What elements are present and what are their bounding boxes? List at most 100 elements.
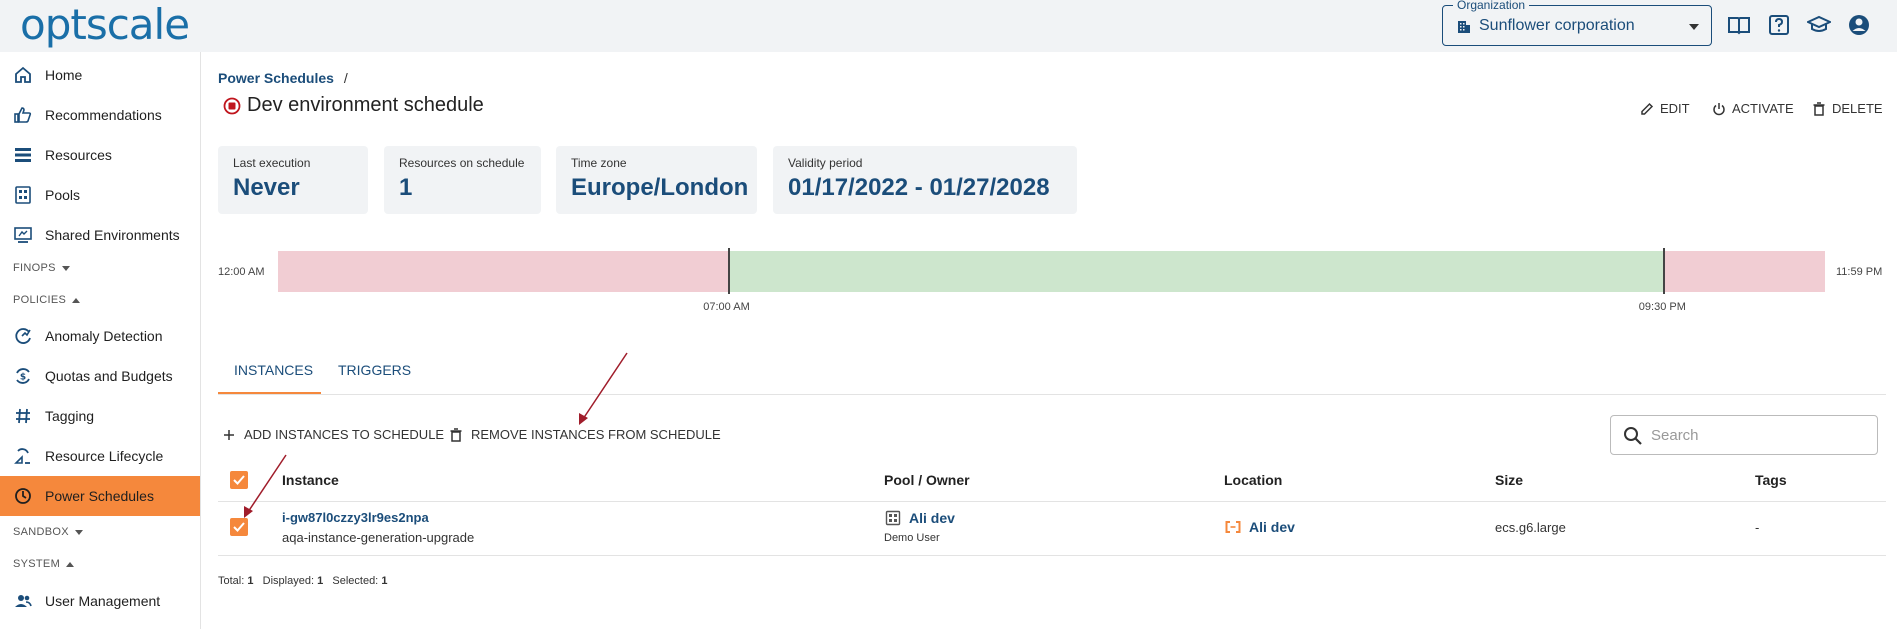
search-input[interactable]: Search	[1610, 415, 1878, 455]
owner-name: Demo User	[884, 532, 940, 544]
sidebar-section-sandbox[interactable]: SANDBOX	[13, 526, 83, 538]
card-value: 01/17/2022 - 01/27/2028	[788, 174, 1050, 201]
pools-icon	[15, 186, 31, 204]
annotation-arrowhead	[579, 413, 588, 425]
column-header-tags[interactable]: Tags	[1755, 472, 1787, 488]
displayed-count: 1	[317, 575, 324, 587]
monitor-icon	[14, 227, 32, 243]
card-resources-on-schedule: Resources on schedule 1	[384, 146, 541, 214]
card-value: 1	[399, 174, 413, 201]
logo[interactable]: optscale	[20, 0, 190, 49]
timeline-end-label: 11:59 PM	[1836, 266, 1883, 278]
delete-button[interactable]: DELETE	[1812, 101, 1883, 116]
sidebar-item-recommendations[interactable]: Recommendations	[0, 95, 200, 135]
tab-triggers[interactable]: TRIGGERS	[338, 362, 411, 378]
sidebar-item-label: Shared Environments	[45, 227, 180, 243]
lifecycle-icon	[14, 448, 30, 464]
timeline-on-segment	[729, 251, 1664, 292]
add-instances-button[interactable]: ADD INSTANCES TO SCHEDULE	[222, 427, 444, 442]
organization-label: Organization	[1453, 0, 1530, 12]
sidebar-item-resources[interactable]: Resources	[0, 135, 200, 175]
edit-button[interactable]: EDIT	[1640, 101, 1690, 116]
chevron-down-icon	[61, 265, 70, 271]
instance-id-link[interactable]: i-gw87l0czzy3lr9es2npa	[282, 510, 429, 525]
card-label: Last execution	[233, 156, 311, 170]
annotation-arrow	[582, 352, 628, 420]
edit-label: EDIT	[1660, 101, 1690, 116]
chevron-down-icon	[74, 529, 83, 535]
sidebar-item-resource-lifecycle[interactable]: Resource Lifecycle	[0, 436, 200, 476]
graduation-cap-icon[interactable]	[1807, 13, 1831, 37]
sidebar-item-quotas-and-budgets[interactable]: $ Quotas and Budgets	[0, 356, 200, 396]
sidebar-item-pools[interactable]: Pools	[0, 175, 200, 215]
organization-select[interactable]: Organization Sunflower corporation	[1442, 0, 1712, 46]
column-header-location[interactable]: Location	[1224, 472, 1282, 488]
timeline-off-segment	[1663, 251, 1825, 292]
table-summary: Total: 1 Displayed: 1 Selected: 1	[218, 575, 387, 587]
sidebar: Home Recommendations Resources Pools Sha…	[0, 52, 201, 629]
activate-button[interactable]: ACTIVATE	[1712, 101, 1794, 116]
trash-icon	[450, 427, 462, 442]
row-checkbox[interactable]	[230, 518, 248, 536]
tab-instances[interactable]: INSTANCES	[234, 362, 313, 378]
sidebar-item-label: Resource Lifecycle	[45, 448, 164, 464]
sidebar-section-policies[interactable]: POLICIES	[13, 294, 81, 306]
organization-value: Sunflower corporation	[1479, 17, 1635, 34]
total-label: Total:	[218, 575, 245, 587]
list-icon	[15, 148, 31, 162]
activate-label: ACTIVATE	[1732, 101, 1794, 116]
search-placeholder: Search	[1651, 427, 1699, 444]
column-header-size[interactable]: Size	[1495, 472, 1523, 488]
trash-icon	[1813, 101, 1825, 116]
breadcrumb-link-power-schedules[interactable]: Power Schedules	[218, 70, 334, 86]
section-label: SYSTEM	[13, 558, 61, 570]
card-label: Validity period	[788, 156, 863, 170]
hash-icon	[16, 408, 30, 424]
select-all-checkbox[interactable]	[230, 471, 248, 489]
schedule-timeline	[278, 251, 1825, 292]
power-icon	[1713, 102, 1725, 115]
sidebar-item-label: Home	[45, 67, 83, 83]
timeline-off-marker	[1662, 248, 1665, 294]
top-bar: optscale Organization Sunflower corporat…	[0, 0, 1897, 52]
help-icon[interactable]	[1767, 13, 1791, 37]
sidebar-section-finops[interactable]: FINOPS	[13, 262, 70, 274]
sidebar-item-label: Quotas and Budgets	[45, 368, 173, 384]
sidebar-item-label: Pools	[45, 187, 81, 203]
sidebar-section-system[interactable]: SYSTEM	[13, 558, 75, 570]
breadcrumb-separator: /	[343, 70, 348, 86]
pool-icon	[885, 510, 901, 526]
sidebar-item-user-management[interactable]: User Management	[0, 581, 200, 621]
column-header-pool-owner[interactable]: Pool / Owner	[884, 472, 970, 488]
remove-instances-label: REMOVE INSTANCES FROM SCHEDULE	[471, 427, 721, 442]
book-icon[interactable]	[1727, 13, 1751, 37]
card-label: Resources on schedule	[399, 156, 525, 170]
location-link[interactable]: Ali dev	[1249, 519, 1295, 535]
card-value: Never	[233, 174, 300, 201]
sidebar-item-anomaly-detection[interactable]: Anomaly Detection	[0, 316, 200, 356]
sidebar-item-power-schedules[interactable]: Power Schedules	[0, 476, 200, 516]
checkmark-icon	[233, 475, 245, 485]
card-label: Time zone	[571, 156, 627, 170]
timeline-on-marker	[728, 248, 731, 294]
remove-instances-button[interactable]: REMOVE INSTANCES FROM SCHEDULE	[449, 427, 721, 442]
sidebar-item-tagging[interactable]: Tagging	[0, 396, 200, 436]
building-icon	[1458, 21, 1470, 33]
account-icon[interactable]	[1847, 13, 1871, 37]
column-header-instance[interactable]: Instance	[282, 472, 339, 488]
chevron-down-icon	[1689, 24, 1699, 30]
total-count: 1	[247, 575, 254, 587]
size-value: ecs.g6.large	[1495, 520, 1566, 535]
add-instances-label: ADD INSTANCES TO SCHEDULE	[244, 427, 445, 442]
chevron-up-icon	[66, 561, 75, 567]
sidebar-item-label: Recommendations	[45, 107, 162, 123]
sidebar-item-home[interactable]: Home	[0, 55, 200, 95]
instance-name: aqa-instance-generation-upgrade	[282, 530, 475, 545]
section-label: POLICIES	[13, 294, 67, 306]
sidebar-item-label: Tagging	[45, 408, 95, 424]
home-icon	[15, 66, 31, 83]
sidebar-item-shared-environments[interactable]: Shared Environments	[0, 215, 200, 255]
annotation-arrowhead	[244, 506, 253, 518]
stop-status-icon	[223, 97, 241, 115]
pool-link[interactable]: Ali dev	[909, 510, 955, 526]
